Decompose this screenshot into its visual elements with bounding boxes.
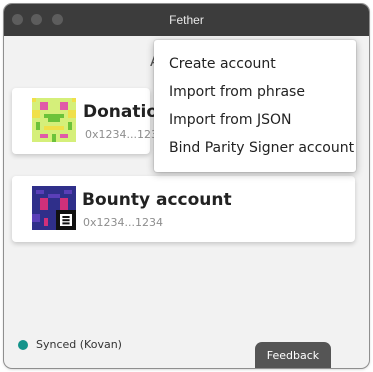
feedback-button[interactable]: Feedback: [255, 342, 331, 368]
account-address: 0x1234...1234: [85, 128, 165, 141]
sync-status-dot-icon: [18, 340, 28, 350]
menu-item-create-account[interactable]: Create account: [169, 56, 276, 72]
account-card[interactable]: Bounty account 0x1234...1234: [12, 176, 355, 242]
account-address: 0x1234...1234: [83, 216, 163, 229]
menu-item-import-from-json[interactable]: Import from JSON: [169, 112, 291, 128]
account-identicon-icon: [32, 98, 76, 142]
account-name: Bounty account: [82, 190, 232, 210]
title-bar[interactable]: Fether: [4, 4, 369, 36]
window-title: Fether: [169, 13, 204, 27]
menu-item-bind-parity-signer[interactable]: Bind Parity Signer account: [169, 140, 354, 156]
sync-status-label: Synced (Kovan): [36, 338, 122, 351]
account-card[interactable]: Donation 0x1234...1234: [12, 88, 170, 154]
add-account-menu: Create account Import from phrase Import…: [154, 40, 356, 172]
account-identicon-icon: [32, 186, 76, 230]
app-window: Fether A Donation 0x1234...1234: [4, 4, 369, 368]
menu-item-import-from-phrase[interactable]: Import from phrase: [169, 84, 305, 100]
